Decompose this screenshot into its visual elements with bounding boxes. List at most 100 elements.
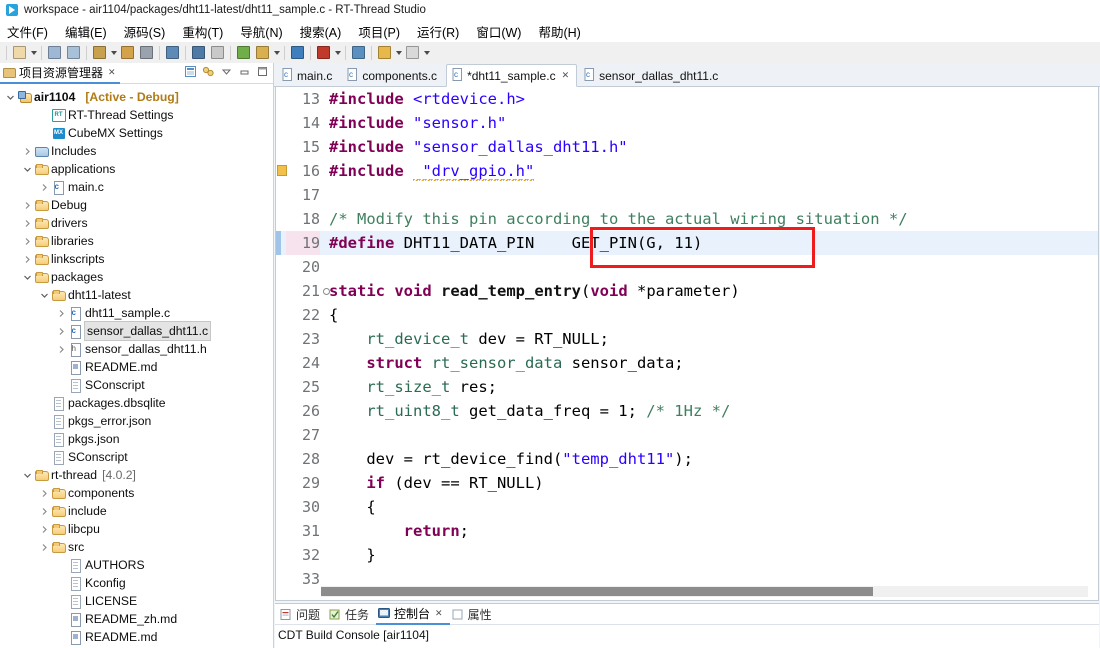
- debug-button[interactable]: [190, 44, 207, 61]
- forward-button[interactable]: [404, 44, 421, 61]
- chevron-right-icon[interactable]: [21, 255, 34, 264]
- chevron-down-icon[interactable]: [21, 471, 34, 480]
- chevron-right-icon[interactable]: [55, 327, 68, 336]
- code-line[interactable]: 18 /* Modify this pin according to the ac…: [276, 207, 1098, 231]
- tree-item-main-c[interactable]: main.c: [0, 178, 273, 196]
- menu-navigate[interactable]: 导航(N): [240, 21, 290, 42]
- chevron-right-icon[interactable]: [38, 507, 51, 516]
- menu-help[interactable]: 帮助(H): [538, 21, 588, 42]
- tree-item-linkscripts[interactable]: linkscripts: [0, 250, 273, 268]
- code-line[interactable]: 30 {: [276, 495, 1098, 519]
- tree-item-applications[interactable]: applications: [0, 160, 273, 178]
- chevron-right-icon[interactable]: [38, 183, 51, 192]
- tree-item-dht11-latest[interactable]: dht11-latest: [0, 286, 273, 304]
- chevron-right-icon[interactable]: [21, 201, 34, 210]
- collapse-all-icon[interactable]: [184, 65, 197, 78]
- tree-item-packages[interactable]: packages: [0, 268, 273, 286]
- chevron-down-icon[interactable]: [109, 44, 118, 61]
- tree-item-readme-md-pkg[interactable]: README.md: [0, 358, 273, 376]
- project-explorer-tab[interactable]: 项目资源管理器 ✕: [0, 63, 120, 84]
- tree-item-packages-dbsqlite[interactable]: packages.dbsqlite: [0, 394, 273, 412]
- editor-tab-dht11-sample-c[interactable]: c *dht11_sample.c ✕: [446, 64, 578, 87]
- chevron-down-icon[interactable]: [394, 44, 403, 61]
- code-line[interactable]: 22 {: [276, 303, 1098, 327]
- code-line[interactable]: 32 }: [276, 543, 1098, 567]
- tree-item-pkgs-error-json[interactable]: pkgs_error.json: [0, 412, 273, 430]
- terminal-button[interactable]: [164, 44, 181, 61]
- chevron-down-icon[interactable]: [422, 44, 431, 61]
- code-line[interactable]: 21 static void read_temp_entry(void *para…: [276, 279, 1098, 303]
- tree-item-cubemx-settings[interactable]: MX CubeMX Settings: [0, 124, 273, 142]
- code-line[interactable]: 15 #include "sensor_dallas_dht11.h": [276, 135, 1098, 159]
- code-line[interactable]: 25 rt_size_t res;: [276, 375, 1098, 399]
- tree-item-readme-md-rtt[interactable]: README.md: [0, 628, 273, 646]
- code-line[interactable]: 24 struct rt_sensor_data sensor_data;: [276, 351, 1098, 375]
- code-line[interactable]: 13 #include <rtdevice.h>: [276, 87, 1098, 111]
- console-tab-problems[interactable]: 问题: [278, 605, 327, 624]
- code-line[interactable]: 16 #include "drv_gpio.h": [276, 159, 1098, 183]
- globe-button[interactable]: [289, 44, 306, 61]
- code-line[interactable]: 19 #define DHT11_DATA_PIN GET_PIN(G, 11): [276, 231, 1098, 255]
- menu-window[interactable]: 窗口(W): [476, 21, 529, 42]
- link-with-editor-icon[interactable]: [202, 65, 215, 78]
- close-icon[interactable]: ✕: [435, 608, 443, 619]
- code-fold-icon[interactable]: [323, 288, 330, 295]
- project-tree[interactable]: air1104 [Active - Debug] RT RT-Thread Setti…: [0, 84, 273, 648]
- chevron-down-icon[interactable]: [29, 44, 38, 61]
- code-line[interactable]: 27: [276, 423, 1098, 447]
- tree-item-dht11-sample-c[interactable]: dht11_sample.c: [0, 304, 273, 322]
- code-line[interactable]: 17: [276, 183, 1098, 207]
- new-file-button[interactable]: [11, 44, 28, 61]
- pencil-button[interactable]: [254, 44, 271, 61]
- back-button[interactable]: [376, 44, 393, 61]
- register-view-button[interactable]: [350, 44, 367, 61]
- menu-source[interactable]: 源码(S): [124, 21, 174, 42]
- tree-item-pkgs-json[interactable]: pkgs.json: [0, 430, 273, 448]
- open-package-button[interactable]: [235, 44, 252, 61]
- tree-item-libraries[interactable]: libraries: [0, 232, 273, 250]
- source-code[interactable]: 13 #include <rtdevice.h> 14 #include "senso…: [276, 87, 1098, 600]
- chevron-right-icon[interactable]: [55, 345, 68, 354]
- tree-item-sconscript-packages[interactable]: SConscript: [0, 448, 273, 466]
- code-line[interactable]: 29 if (dev == RT_NULL): [276, 471, 1098, 495]
- tree-item-includes[interactable]: Includes: [0, 142, 273, 160]
- editor-tab-main-c[interactable]: c main.c: [276, 64, 340, 86]
- console-tab-console[interactable]: 控制台 ✕: [376, 604, 450, 625]
- menu-project[interactable]: 项目(P): [358, 21, 408, 42]
- view-menu-icon[interactable]: [220, 65, 233, 78]
- code-line[interactable]: 31 return;: [276, 519, 1098, 543]
- pin-button[interactable]: [138, 44, 155, 61]
- console-tab-tasks[interactable]: 任务: [327, 605, 376, 624]
- tree-item-libcpu[interactable]: libcpu: [0, 520, 273, 538]
- chevron-down-icon[interactable]: [21, 165, 34, 174]
- menu-file[interactable]: 文件(F): [7, 21, 56, 42]
- download-button[interactable]: [315, 44, 332, 61]
- tree-item-src[interactable]: src: [0, 538, 273, 556]
- code-line[interactable]: 20: [276, 255, 1098, 279]
- chevron-right-icon[interactable]: [38, 525, 51, 534]
- chevron-down-icon[interactable]: [21, 273, 34, 282]
- code-line[interactable]: 14 #include "sensor.h": [276, 111, 1098, 135]
- clean-button[interactable]: [119, 44, 136, 61]
- chevron-down-icon[interactable]: [333, 44, 342, 61]
- chevron-down-icon[interactable]: [38, 291, 51, 300]
- tree-item-readme-zh-md[interactable]: README_zh.md: [0, 610, 273, 628]
- menu-search[interactable]: 搜索(A): [300, 21, 350, 42]
- build-button[interactable]: [91, 44, 108, 61]
- chevron-down-icon[interactable]: [272, 44, 281, 61]
- minimize-view-icon[interactable]: [238, 65, 251, 78]
- close-icon[interactable]: ✕: [562, 70, 570, 81]
- console-tab-properties[interactable]: 属性: [450, 605, 499, 624]
- chevron-right-icon[interactable]: [38, 489, 51, 498]
- menu-edit[interactable]: 编辑(E): [65, 21, 115, 42]
- chevron-right-icon[interactable]: [21, 219, 34, 228]
- warning-marker-icon[interactable]: [277, 165, 287, 176]
- tree-item-air1104[interactable]: air1104 [Active - Debug]: [0, 88, 273, 106]
- tree-item-kconfig[interactable]: Kconfig: [0, 574, 273, 592]
- chevron-right-icon[interactable]: [21, 147, 34, 156]
- menu-run[interactable]: 运行(R): [417, 21, 467, 42]
- maximize-view-icon[interactable]: [256, 65, 269, 78]
- tree-item-authors[interactable]: AUTHORS: [0, 556, 273, 574]
- tree-item-sconscript-dht11[interactable]: SConscript: [0, 376, 273, 394]
- chevron-right-icon[interactable]: [21, 237, 34, 246]
